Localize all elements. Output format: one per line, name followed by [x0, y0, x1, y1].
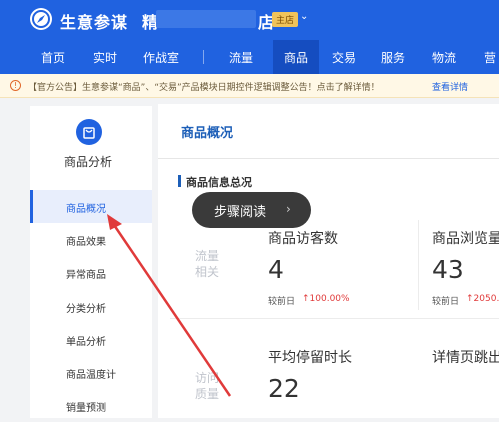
sidebar-item-label: 异常商品 [66, 270, 106, 281]
product-bag-icon [76, 119, 102, 145]
step-reading-button[interactable]: 步骤阅读 › [192, 192, 311, 228]
nav-products[interactable]: 商品 [284, 49, 308, 66]
metric-change-up: ↑100.00% [302, 294, 350, 304]
nav-home[interactable]: 首页 [41, 49, 65, 66]
sidebar-item-label: 商品概况 [66, 204, 106, 215]
sidebar-item-product-overview[interactable]: 商品概况 [30, 190, 152, 223]
sidebar-item-label: 商品效果 [66, 237, 106, 248]
row-divider [170, 318, 499, 319]
nav-traffic[interactable]: 流量 [229, 49, 253, 66]
sidebar-item-abnormal-products[interactable]: 异常商品 [30, 256, 152, 289]
app-name[interactable]: 生意参谋 [60, 9, 128, 33]
group-label-traffic: 流量相关 [194, 249, 219, 279]
alert-icon: ! [10, 80, 21, 91]
metric-product-pageviews-value: 43 [432, 255, 464, 284]
group-label-visit-quality: 访问质量 [194, 371, 219, 401]
sidebar-item-sales-forecast[interactable]: 销量预测 [30, 389, 152, 422]
top-header: 生意参谋 精 店 主店 ⌄ 首页 实时 作战室 流量 商品 交易 服务 物流 营 [0, 0, 499, 74]
compass-logo-icon[interactable] [30, 8, 52, 30]
metric-product-visitors-label: 商品访客数 [268, 231, 338, 247]
column-divider [418, 220, 419, 310]
step-reading-label: 步骤阅读 [214, 205, 267, 220]
metric-avg-stay-label: 平均停留时长 [268, 350, 352, 366]
nav-war-room[interactable]: 作战室 [143, 49, 179, 66]
nav-separator [203, 50, 204, 64]
sidebar-item-label: 单品分析 [66, 337, 106, 348]
sidebar-title: 商品分析 [64, 155, 113, 169]
main-nav: 首页 实时 作战室 流量 商品 交易 服务 物流 营 [0, 40, 499, 74]
metric-product-visitors-value: 4 [268, 255, 284, 284]
sidebar-item-product-effect[interactable]: 商品效果 [30, 223, 152, 256]
nav-service[interactable]: 服务 [381, 49, 405, 66]
metric-detail-bounce-label: 详情页跳出 [432, 350, 499, 366]
nav-logistics[interactable]: 物流 [432, 49, 456, 66]
section-marker [178, 175, 181, 187]
metric-avg-stay-value: 22 [268, 374, 300, 403]
view-details-link[interactable]: 查看详情 [432, 80, 468, 93]
sidebar-item-label: 商品温度计 [66, 370, 116, 381]
metric-product-pageviews-label: 商品浏览量 [432, 231, 499, 247]
metric-compare-label: 较前日 [268, 297, 296, 307]
sidebar-item-single-product[interactable]: 单品分析 [30, 323, 152, 356]
main-shop-badge: 主店 [272, 12, 299, 27]
nav-realtime[interactable]: 实时 [93, 49, 117, 66]
metric-change-up: ↑2050.0 [466, 294, 499, 304]
metric-compare-label: 较前日 [432, 297, 460, 307]
brand-row: 生意参谋 精 店 主店 ⌄ [0, 0, 499, 40]
chevron-right-icon: › [286, 202, 291, 216]
sidebar-item-label: 分类分析 [66, 304, 106, 315]
nav-transactions[interactable]: 交易 [332, 49, 356, 66]
page-title: 商品概况 [181, 126, 234, 141]
sidebar-item-category-analysis[interactable]: 分类分析 [30, 290, 152, 323]
sidebar-item-product-thermometer[interactable]: 商品温度计 [30, 356, 152, 389]
title-divider [158, 158, 499, 159]
announcement-bar: ! 【官方公告】生意参谋“商品”、“交易”产品模块日期控件逻辑调整公告！点击了解… [0, 74, 499, 98]
shop-switch-chevron-icon[interactable]: ⌄ [300, 11, 308, 22]
nav-marketing[interactable]: 营 [484, 49, 496, 66]
sidebar-item-label: 销量预测 [66, 403, 106, 414]
announcement-text[interactable]: 【官方公告】生意参谋“商品”、“交易”产品模块日期控件逻辑调整公告！点击了解详情… [28, 80, 380, 93]
section-title: 商品信息总况 [186, 176, 252, 189]
shop-name-redacted [156, 10, 256, 28]
